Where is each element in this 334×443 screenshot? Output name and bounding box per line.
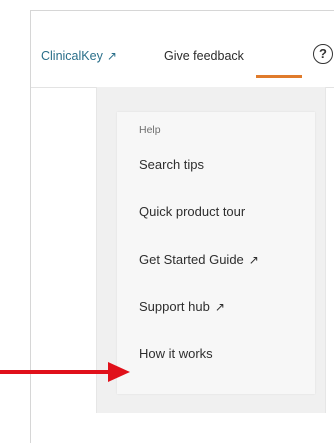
red-arrow-icon <box>0 362 130 382</box>
arrow-head <box>108 362 130 382</box>
screenshot-frame: ClinicalKey ↗ Give feedback ? Help Search… <box>0 0 334 443</box>
